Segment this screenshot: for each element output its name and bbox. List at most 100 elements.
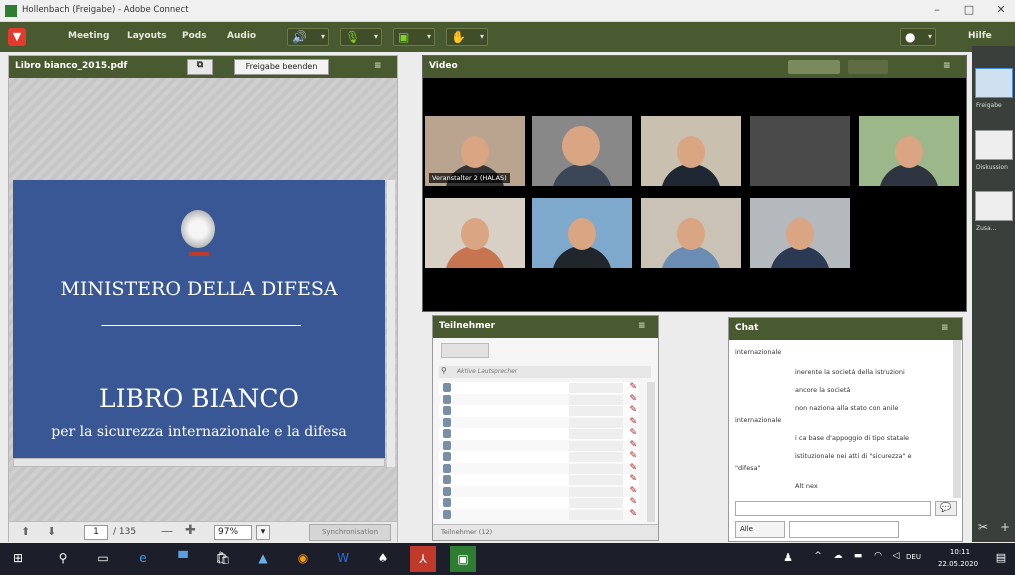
edge-icon[interactable]: e [135,551,151,567]
game-icon[interactable]: ♠ [375,551,391,567]
network-icon[interactable]: ◠ [870,551,886,567]
video-tile[interactable] [859,116,959,186]
pod-menu-icon[interactable]: ≡ [374,61,382,71]
cloud-icon[interactable]: ☁ [830,551,846,567]
zoom-out-icon[interactable]: — [161,524,173,538]
webcam-button[interactable]: ▣ ▾ [393,28,435,46]
task-view-icon[interactable]: ▭ [95,551,111,567]
attendee-row[interactable]: ✎ [439,428,639,440]
tools-icon[interactable]: ✂ [978,520,988,534]
volume-icon[interactable]: ◁ [888,551,904,567]
chat-input[interactable] [735,501,931,516]
attendee-row[interactable]: ✎ [439,405,639,417]
video-tile[interactable] [532,116,632,186]
minimize-button[interactable]: – [928,3,946,19]
speaker-icon: 🔊 [292,30,307,44]
tray-chevron-icon[interactable]: ^ [810,551,826,567]
layout-thumbnail[interactable] [975,130,1013,160]
pod-menu-icon[interactable]: ≡ [943,61,951,71]
maximize-button[interactable]: □ [960,3,978,19]
menu-pods[interactable]: Pods [182,31,207,41]
adobe-connect-logo-icon[interactable]: ▼ [8,28,26,46]
video-tile[interactable] [641,198,741,268]
attendee-status [569,406,623,416]
search-icon[interactable]: ⚲ [55,551,71,567]
pod-menu-icon[interactable]: ≡ [941,323,949,333]
add-layout-icon[interactable]: + [1000,520,1010,534]
raise-hand-button[interactable]: ✋ ▾ [446,28,488,46]
sync-icon[interactable]: ⧉ [187,59,213,75]
video-tile[interactable] [641,116,741,186]
notification-icon[interactable]: ▤ [993,551,1009,567]
attendee-status [569,440,623,451]
store-icon[interactable]: 🛍 [215,551,231,567]
layout-thumbnail[interactable] [975,68,1013,98]
page-number-input[interactable]: 1 [84,525,108,540]
firefox-icon[interactable]: ◉ [295,551,311,567]
vertical-scrollbar[interactable] [953,340,961,498]
chevron-down-icon: ▾ [426,32,431,41]
language-indicator[interactable]: DEU [906,553,921,561]
speaker-button[interactable]: 🔊 ▾ [287,28,329,46]
video-tile[interactable]: Veranstalter 2 (HALAS) [425,116,525,186]
view-toggle-icons[interactable] [441,343,489,358]
close-button[interactable]: ✕ [992,3,1010,19]
menu-help[interactable]: Hilfe [968,31,992,41]
adobe-connect-taskbar-icon[interactable]: ▣ [450,546,476,572]
vertical-scrollbar[interactable] [647,382,655,522]
menu-meeting[interactable]: Meeting [68,31,109,41]
person-face [677,218,705,250]
pod-menu-icon[interactable]: ≡ [638,321,646,331]
speech-bubble-icon[interactable]: 💬 [935,501,957,516]
attendee-row[interactable]: ✎ [439,451,639,463]
attendee-icon [443,475,451,484]
chevron-down-icon[interactable]: ▾ [256,525,270,540]
zoom-in-icon[interactable]: ✚ [185,523,196,538]
microphone-button[interactable]: 🎙 ▾ [340,28,382,46]
document-viewer[interactable]: MINISTERO DELLA DIFESA LIBRO BIANCO per … [9,78,397,521]
chat-line: Alt nex [795,482,818,490]
video-tile[interactable] [750,198,850,268]
windows-start-icon[interactable]: ⊞ [10,551,26,567]
video-options-button[interactable] [848,60,888,74]
info-button[interactable]: ● ▾ [900,28,936,46]
sync-button[interactable]: Synchronisation [309,524,391,541]
recipient-select[interactable]: Alle [735,521,785,538]
vertical-scrollbar[interactable] [387,180,395,467]
attendee-row[interactable]: ✎ [439,462,639,475]
attendees-filter-label: Aktive Lautsprecher [457,368,518,375]
attendees-filter-row[interactable]: ⚲ Aktive Lautsprecher [439,366,651,378]
attendee-row[interactable]: ✎ [439,497,639,509]
clock-date[interactable]: 22.05.2020 [935,560,981,568]
start-webcam-button[interactable] [788,60,840,74]
person-icon[interactable]: ♟ [780,551,796,567]
attendee-row[interactable]: ✎ [439,439,639,452]
mail-icon[interactable]: ▀ [175,551,191,567]
attendee-row[interactable]: ✎ [439,416,639,429]
acrobat-icon[interactable]: ⅄ [410,546,436,572]
attendee-row[interactable]: ✎ [439,485,639,498]
attendee-row[interactable]: ✎ [439,393,639,406]
battery-icon[interactable]: ▬ [850,551,866,567]
video-tile[interactable] [750,116,850,186]
clock-time[interactable]: 10:11 [945,548,975,556]
zoom-select[interactable]: 97% [214,525,252,540]
photos-icon[interactable]: ▲ [255,551,271,567]
attendee-row[interactable]: ✎ [439,474,639,486]
stop-sharing-button[interactable]: Freigabe beenden [234,59,329,75]
video-tile[interactable] [532,198,632,268]
prev-page-icon[interactable]: ⬆ [21,525,30,538]
video-tile[interactable] [425,198,525,268]
recipient-field[interactable] [789,521,899,538]
next-page-icon[interactable]: ⬇ [47,525,56,538]
horizontal-scrollbar[interactable] [13,458,385,467]
attendee-status [569,394,623,405]
attendee-row[interactable]: ✎ [439,382,639,394]
menu-audio[interactable]: Audio [227,31,256,41]
word-icon[interactable]: W [335,551,351,567]
menu-layouts[interactable]: Layouts [127,31,167,41]
attendee-row[interactable]: ✎ [439,508,639,521]
layout-thumbnail[interactable] [975,191,1013,221]
person-face [568,218,596,250]
video-pod-title: Video [429,61,458,71]
